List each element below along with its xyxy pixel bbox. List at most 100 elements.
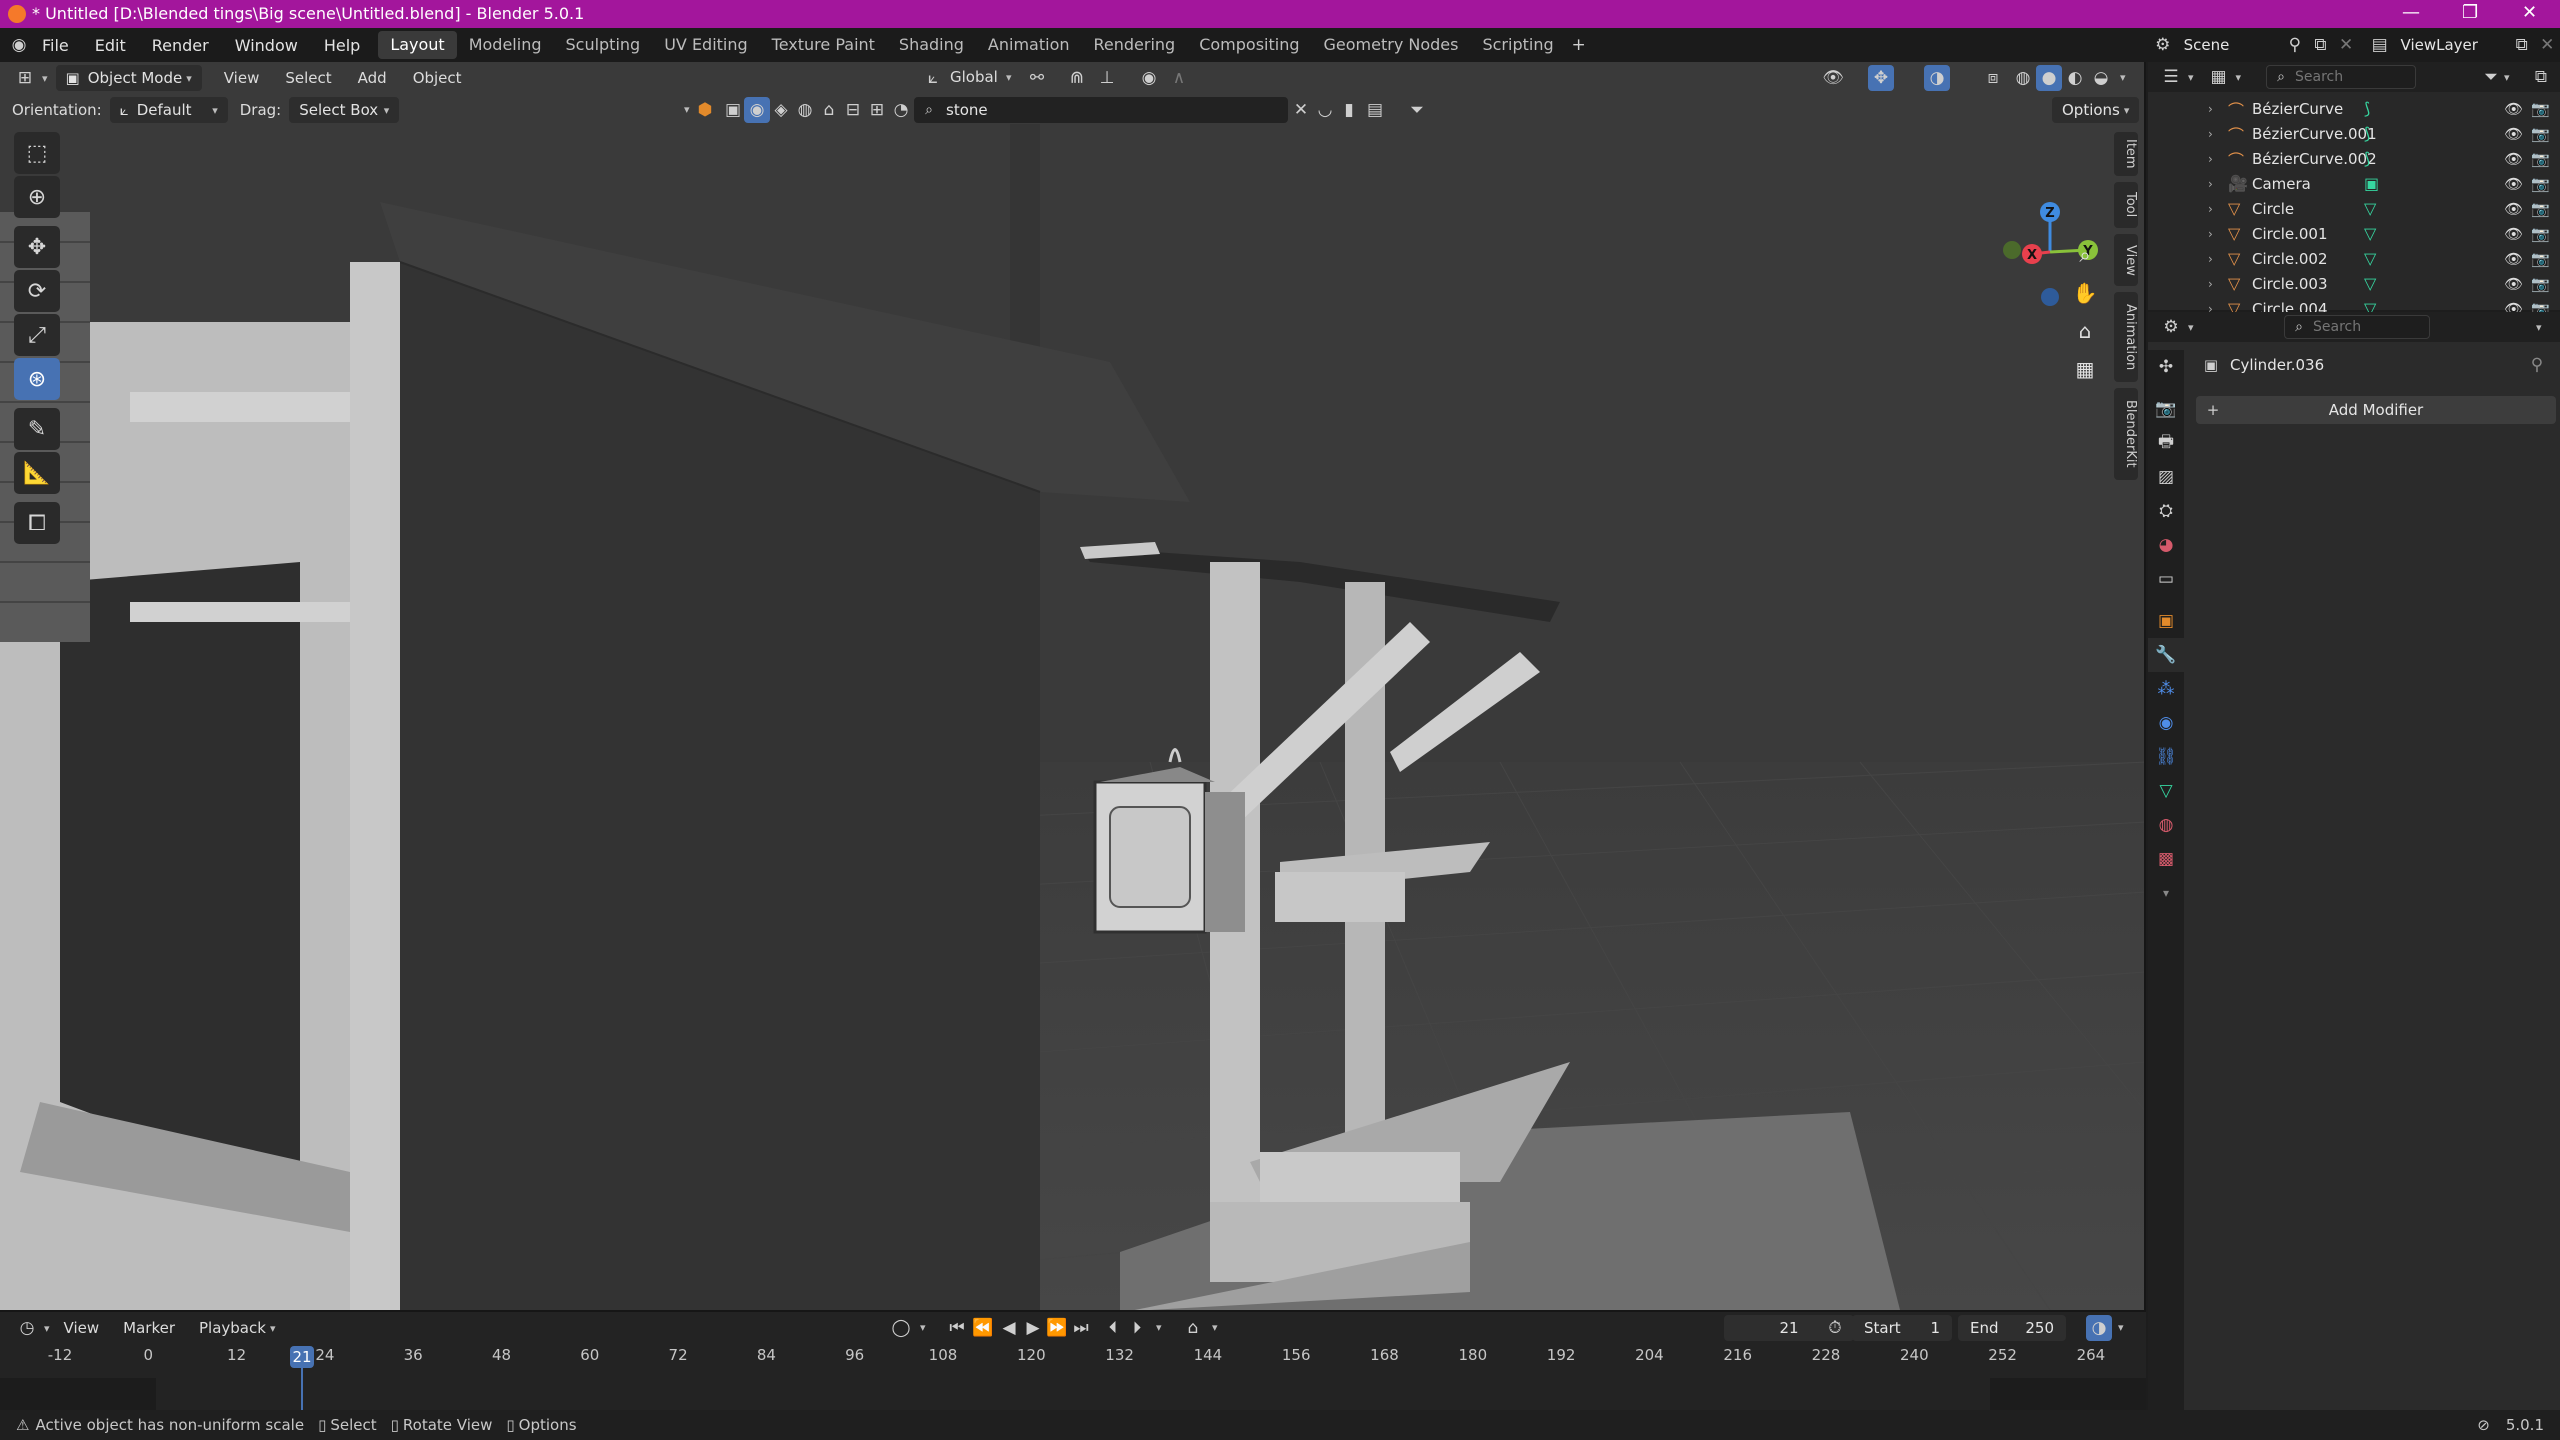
menu-edit[interactable]: Edit [95,36,126,55]
outliner-item[interactable]: › ⌒ BézierCurve.002 ⟆ 👁 📷 [2148,146,2560,171]
auto-keying-icon[interactable]: ◯ [888,1315,914,1341]
expand-chevron-icon[interactable]: › [2208,227,2228,241]
view-layer-tab-icon[interactable]: ▨ [2148,460,2184,494]
eye-icon[interactable]: 👁 [2504,250,2523,268]
outliner-item[interactable]: › ▽ Circle ▽ 👁 📷 [2148,196,2560,221]
camera-render-icon[interactable]: 📷 [2531,175,2550,193]
asset-type-model-icon[interactable]: ▣ [720,97,746,123]
editor-type-icon[interactable]: ⊞ [12,65,38,91]
curve-data-icon[interactable]: ⟆ [2364,149,2394,168]
modifier-tab-icon[interactable]: 🔧 [2148,638,2184,672]
chevron-down-icon[interactable]: ▾ [2504,71,2510,84]
transform-orientation-icon[interactable]: ⟀ [920,65,946,91]
jump-end-icon[interactable]: ⏭ [1068,1315,1094,1341]
asset-type-material-icon[interactable]: ◉ [744,97,770,123]
proportional-edit-icon[interactable]: ◉ [1136,65,1162,91]
gizmo-toggle-icon[interactable]: ✥ [1868,65,1894,91]
chevron-down-icon[interactable]: ▾ [2188,321,2194,334]
viewport-menu-view[interactable]: View [224,69,260,87]
orientation-chevron-icon[interactable]: ▾ [1006,71,1012,84]
next-keyframe-icon[interactable]: ⏩ [1044,1315,1070,1341]
material-tab-icon[interactable]: ◍ [2148,808,2184,842]
world-tab-icon[interactable]: ◕ [2148,528,2184,562]
material-shading-icon[interactable]: ◐ [2062,65,2088,91]
chevron-down-icon[interactable]: ▾ [2236,71,2242,84]
falloff-icon[interactable]: ∧ [1166,65,1192,91]
viewport-menu-select[interactable]: Select [285,69,331,87]
chevron-down-icon[interactable]: ▾ [1212,1321,1218,1334]
shading-chevron-icon[interactable]: ▾ [2120,71,2126,84]
next-marker-icon[interactable]: ⏵ [1124,1315,1150,1341]
display-mode-icon[interactable]: ▦ [2206,64,2232,90]
render-tab-icon[interactable]: 📷 [2148,392,2184,426]
eye-icon[interactable]: 👁 [2504,175,2523,193]
delete-view-layer-icon[interactable]: ✕ [2534,32,2560,58]
eye-icon[interactable]: 👁 [2504,125,2523,143]
cursor-tool-icon[interactable]: ⊕ [14,176,60,218]
menu-file[interactable]: File [42,36,69,55]
properties-editor-icon[interactable]: ⚙ [2158,314,2184,340]
orientation-dropdown[interactable]: ⟀ Default ▾ [109,97,228,123]
tab-compositing[interactable]: Compositing [1187,31,1311,59]
expand-chevron-icon[interactable]: › [2208,152,2228,166]
bookmark-icon[interactable]: ▮ [1336,97,1362,123]
outliner-item[interactable]: › ▽ Circle.001 ▽ 👁 📷 [2148,221,2560,246]
tab-uv-editing[interactable]: UV Editing [652,31,759,59]
eye-icon[interactable]: 👁 [2504,150,2523,168]
texture-tab-icon[interactable]: ▩ [2148,842,2184,876]
blenderkit-logo-icon[interactable]: ⬢ [692,97,718,123]
new-collection-icon[interactable]: ⧉ [2528,64,2554,90]
scene-tab-icon[interactable]: ⛭ [2148,494,2184,528]
solid-shading-icon[interactable]: ● [2036,65,2062,91]
outliner-item[interactable]: › 🎥 Camera ▣ 👁 📷 [2148,171,2560,196]
scene-icon[interactable]: ⚙ [2150,32,2176,58]
jump-start-icon[interactable]: ⏮ [944,1315,970,1341]
tab-rendering[interactable]: Rendering [1082,31,1188,59]
chevron-down-icon[interactable]: ▾ [920,1321,926,1334]
viewport-menu-add[interactable]: Add [358,69,387,87]
sidebar-tab-blenderkit[interactable]: BlenderKit [2114,388,2138,480]
new-view-layer-icon[interactable]: ⧉ [2509,32,2535,58]
menu-render[interactable]: Render [152,36,209,55]
menu-window[interactable]: Window [235,36,298,55]
playhead[interactable]: 21 [290,1346,314,1368]
rendered-shading-icon[interactable]: ◒ [2088,65,2114,91]
pin-icon[interactable]: ⚲ [2282,32,2308,58]
prev-marker-icon[interactable]: ⏴ [1100,1315,1126,1341]
rotate-tool-icon[interactable]: ⟳ [14,270,60,312]
particles-tab-icon[interactable]: ⁂ [2148,672,2184,706]
outliner-editor-icon[interactable]: ☰ [2158,64,2184,90]
search-history-icon[interactable]: ◡ [1312,97,1338,123]
physics-tab-icon[interactable]: ◉ [2148,706,2184,740]
drag-dropdown[interactable]: Select Box ▾ [289,97,400,123]
mesh-data-icon[interactable]: ▽ [2364,224,2394,243]
new-scene-icon[interactable]: ⧉ [2308,32,2334,58]
eye-icon[interactable]: 👁 [2504,225,2523,243]
sidebar-tab-tool[interactable]: Tool [2114,182,2138,228]
tab-scripting[interactable]: Scripting [1470,31,1565,59]
asset-bar-icon[interactable]: ▤ [1362,97,1388,123]
filter-icon[interactable]: ⏷ [1404,97,1430,123]
chevron-down-icon[interactable]: ▾ [2536,321,2542,334]
tab-texture-paint[interactable]: Texture Paint [760,31,887,59]
asset-search-field[interactable]: ⌕ stone [914,97,1288,123]
move-tool-icon[interactable]: ✥ [14,226,60,268]
outliner-search-field[interactable]: ⌕ [2266,65,2416,89]
asset-type-hdr-icon[interactable]: ◈ [768,97,794,123]
sidebar-tab-item[interactable]: Item [2114,132,2138,176]
collection-tab-icon[interactable]: ▭ [2148,562,2184,596]
close-icon[interactable]: ✕ [2522,2,2537,23]
mesh-data-icon[interactable]: ▽ [2364,274,2394,293]
expand-chevron-icon[interactable]: › [2208,177,2228,191]
camera-view-icon[interactable]: ⌂ [2068,314,2102,348]
tab-shading[interactable]: Shading [887,31,976,59]
tab-geometry-nodes[interactable]: Geometry Nodes [1312,31,1471,59]
gizmo-neg-z-dot[interactable] [2041,288,2059,306]
expand-chevron-icon[interactable]: › [2208,277,2228,291]
transform-tool-icon[interactable]: ⊛ [14,358,60,400]
keying-set-icon[interactable]: ⌂ [1180,1315,1206,1341]
timeline-menu-marker[interactable]: Marker [123,1319,175,1337]
outliner-item[interactable]: › ⌒ BézierCurve.001 ⟆ 👁 📷 [2148,121,2560,146]
timeline-menu-view[interactable]: View [64,1319,100,1337]
view-layer-name[interactable]: ViewLayer [2401,36,2509,54]
